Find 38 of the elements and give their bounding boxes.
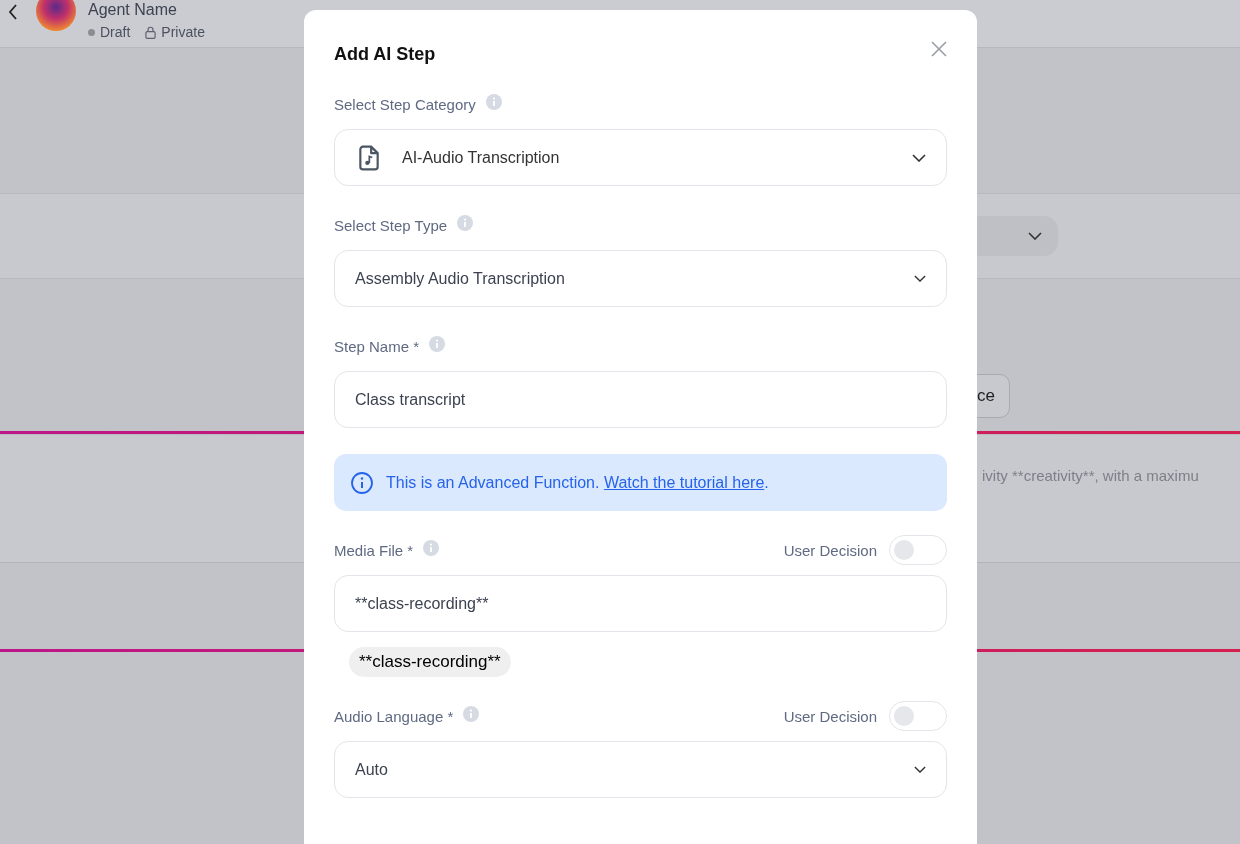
info-icon — [429, 336, 446, 352]
chevron-down-icon — [912, 153, 926, 162]
dialog-title: Add AI Step — [334, 44, 436, 65]
toggle-label: User Decision — [783, 707, 877, 725]
audio-file-icon — [358, 144, 380, 171]
field-label: Media File * — [334, 541, 414, 559]
chevron-down-icon — [1028, 232, 1042, 240]
info-icon — [350, 470, 374, 495]
toggle-switch[interactable] — [889, 701, 947, 731]
tag: **class-recording** — [349, 647, 511, 677]
banner-text: This is an Advanced Function. Watch the tutorial here. — [386, 473, 769, 492]
select-field[interactable]: Auto — [334, 741, 947, 798]
status-dot-icon — [88, 28, 95, 36]
input-field[interactable]: **class-recording** — [334, 575, 947, 632]
description-text: ivity **creativity**, with a maximu — [982, 467, 1199, 484]
lock-icon — [145, 25, 157, 39]
field-label: Select Step Category — [334, 95, 476, 113]
visibility-label: Private — [161, 24, 205, 40]
field-label: Select Step Type — [334, 216, 448, 234]
close-icon[interactable] — [931, 41, 947, 57]
status-label: Draft — [100, 24, 131, 40]
chevron-down-icon — [914, 766, 926, 773]
field-label: Step Name * — [334, 337, 420, 355]
toggle-label: User Decision — [783, 541, 877, 559]
info-icon — [485, 94, 502, 110]
info-icon — [463, 706, 480, 722]
toggle-switch[interactable] — [889, 535, 947, 565]
select-field[interactable]: Assembly Audio Transcription — [334, 250, 947, 307]
avatar — [36, 0, 76, 31]
select-field[interactable]: AI-Audio Transcription — [334, 129, 947, 186]
tutorial-link[interactable]: Watch the tutorial here — [603, 473, 765, 491]
field-label: Audio Language * — [334, 707, 454, 725]
info-icon — [457, 215, 474, 231]
chevron-down-icon — [914, 275, 926, 282]
input-field[interactable]: Class transcript — [334, 371, 947, 428]
back-icon[interactable] — [8, 4, 18, 20]
agent-name: Agent Name — [88, 1, 178, 19]
info-icon — [423, 540, 440, 556]
